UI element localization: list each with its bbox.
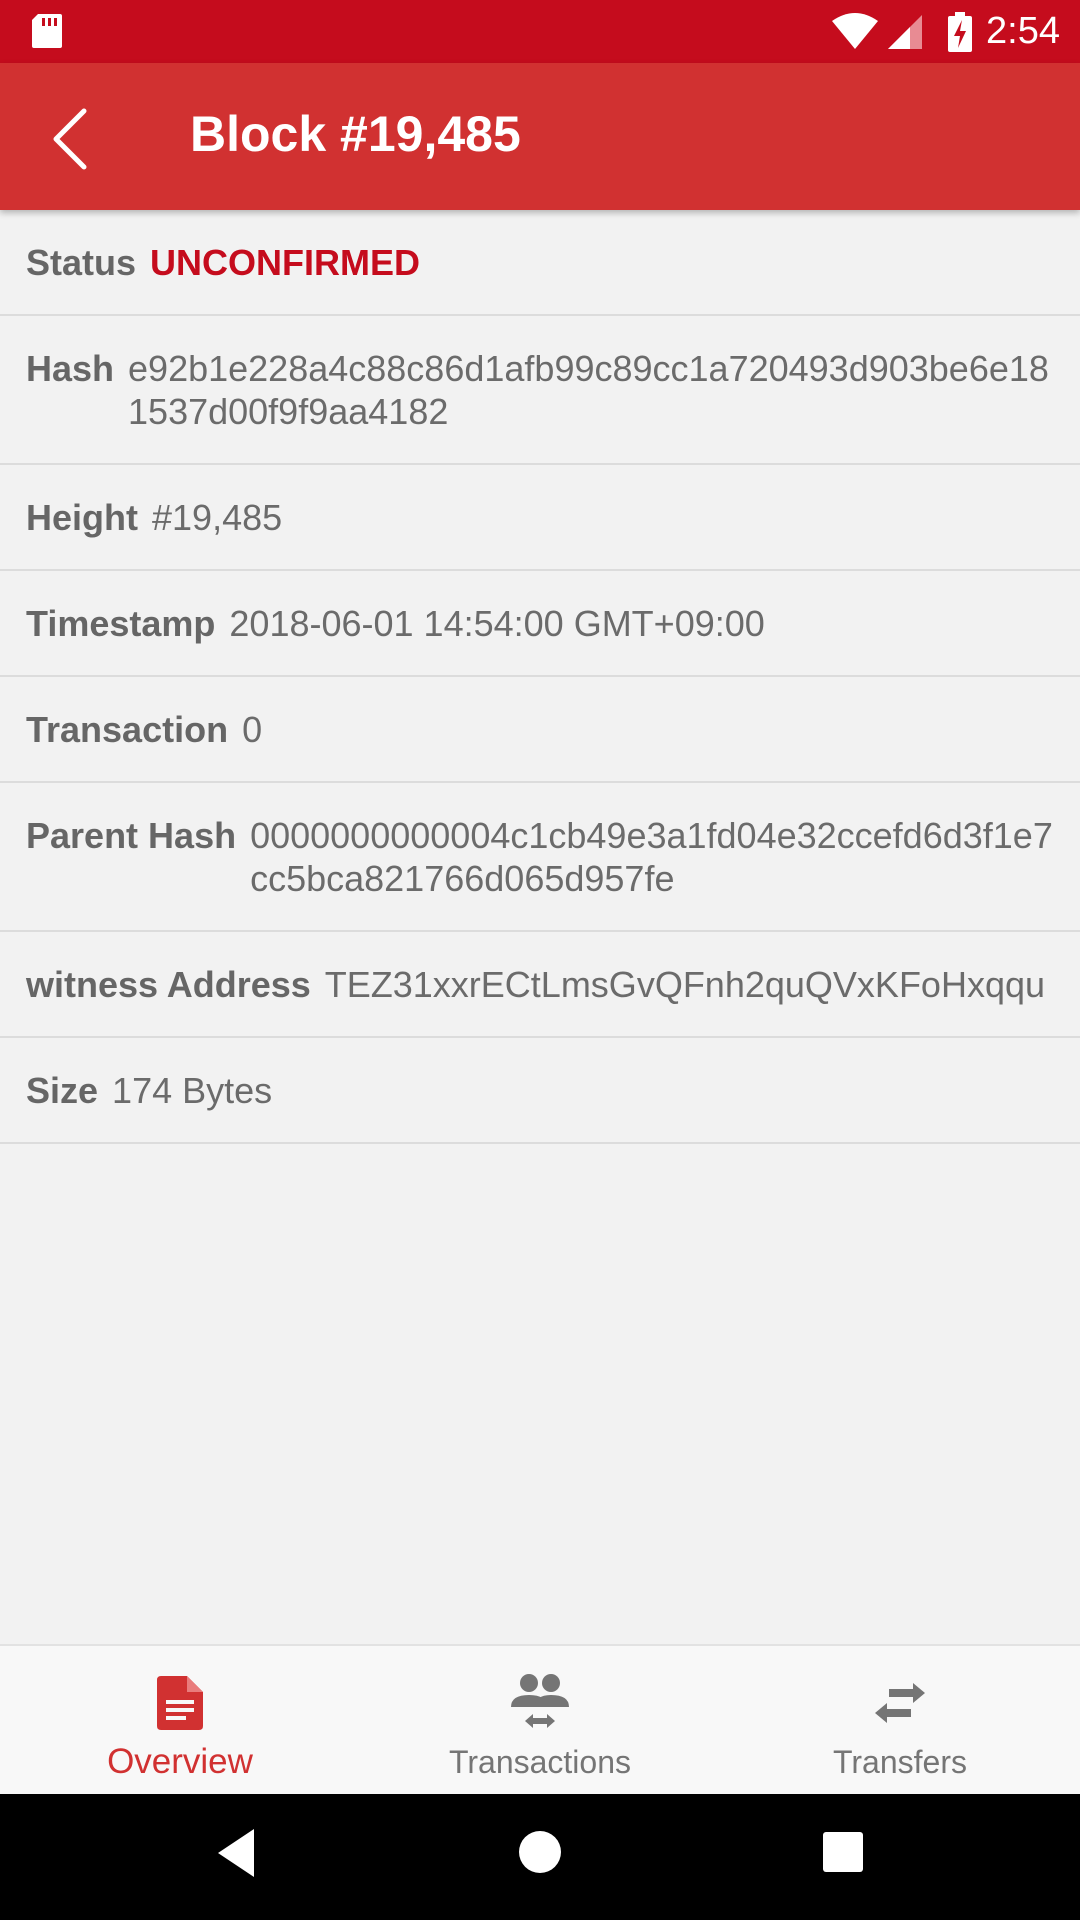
detail-label: Transaction bbox=[26, 709, 229, 750]
detail-row-hash: Hash e92b1e228a4c88c86d1afb99c89cc1a7204… bbox=[0, 316, 1080, 465]
detail-label: Hash bbox=[26, 348, 115, 389]
signal-icon bbox=[888, 14, 923, 49]
detail-label: Height bbox=[26, 497, 138, 538]
document-icon bbox=[157, 1676, 203, 1730]
system-home-icon[interactable] bbox=[518, 1830, 562, 1874]
timestamp-value: 2018-06-01 14:54:00 GMT+09:00 bbox=[229, 603, 765, 644]
detail-row-parent-hash: Parent Hash 0000000000004c1cb49e3a1fd04e… bbox=[0, 783, 1080, 932]
detail-label: witness Address bbox=[26, 964, 311, 1005]
detail-row-height: Height #19,485 bbox=[0, 465, 1080, 571]
height-value: #19,485 bbox=[152, 497, 283, 538]
battery-charging-icon bbox=[948, 11, 973, 52]
detail-row-size: Size 174 Bytes bbox=[0, 1038, 1080, 1144]
status-badge: UNCONFIRMED bbox=[150, 242, 421, 283]
swap-arrows-icon bbox=[875, 1683, 925, 1723]
tab-label: Transactions bbox=[449, 1744, 631, 1780]
tab-label: Transfers bbox=[833, 1744, 967, 1780]
detail-row-witness-address: witness Address TEZ31xxrECtLmsGvQFnh2quQ… bbox=[0, 932, 1080, 1038]
detail-row-transaction: Transaction 0 bbox=[0, 677, 1080, 783]
page-title: Block #19,485 bbox=[190, 106, 521, 162]
detail-label: Parent Hash bbox=[26, 815, 237, 856]
system-back-icon[interactable] bbox=[214, 1827, 258, 1879]
system-navigation-bar bbox=[0, 1794, 1080, 1920]
hash-value[interactable]: e92b1e228a4c88c86d1afb99c89cc1a720493d90… bbox=[128, 347, 1054, 433]
back-button[interactable] bbox=[30, 99, 110, 179]
detail-row-timestamp: Timestamp 2018-06-01 14:54:00 GMT+09:00 bbox=[0, 571, 1080, 677]
transaction-count: 0 bbox=[242, 709, 263, 750]
tab-transfers[interactable]: Transfers bbox=[720, 1646, 1080, 1794]
parent-hash-link[interactable]: 0000000000004c1cb49e3a1fd04e32ccefd6d3f1… bbox=[250, 814, 1054, 900]
wifi-icon bbox=[832, 12, 879, 49]
tab-transactions[interactable]: Transactions bbox=[360, 1646, 720, 1794]
status-bar: 2:54 bbox=[0, 0, 1080, 63]
detail-label: Size bbox=[26, 1070, 99, 1111]
detail-row-status: Status UNCONFIRMED bbox=[0, 210, 1080, 316]
size-value: 174 Bytes bbox=[112, 1070, 273, 1111]
bottom-navigation: Overview Transactions Transfers bbox=[0, 1644, 1080, 1794]
clock: 2:54 bbox=[986, 10, 1060, 52]
tab-label: Overview bbox=[107, 1742, 253, 1781]
people-transfer-icon bbox=[511, 1674, 569, 1728]
system-recents-icon[interactable] bbox=[822, 1831, 864, 1873]
back-arrow-icon bbox=[53, 108, 87, 170]
sd-card-icon bbox=[32, 14, 62, 48]
detail-label: Timestamp bbox=[26, 603, 216, 644]
block-details: Status UNCONFIRMED Hash e92b1e228a4c88c8… bbox=[0, 210, 1080, 1144]
app-bar: Block #19,485 bbox=[0, 63, 1080, 210]
tab-overview[interactable]: Overview bbox=[0, 1646, 360, 1794]
witness-address-link[interactable]: TEZ31xxrECtLmsGvQFnh2quQVxKFoHxqqu bbox=[325, 963, 1054, 1006]
detail-label: Status bbox=[26, 242, 137, 283]
